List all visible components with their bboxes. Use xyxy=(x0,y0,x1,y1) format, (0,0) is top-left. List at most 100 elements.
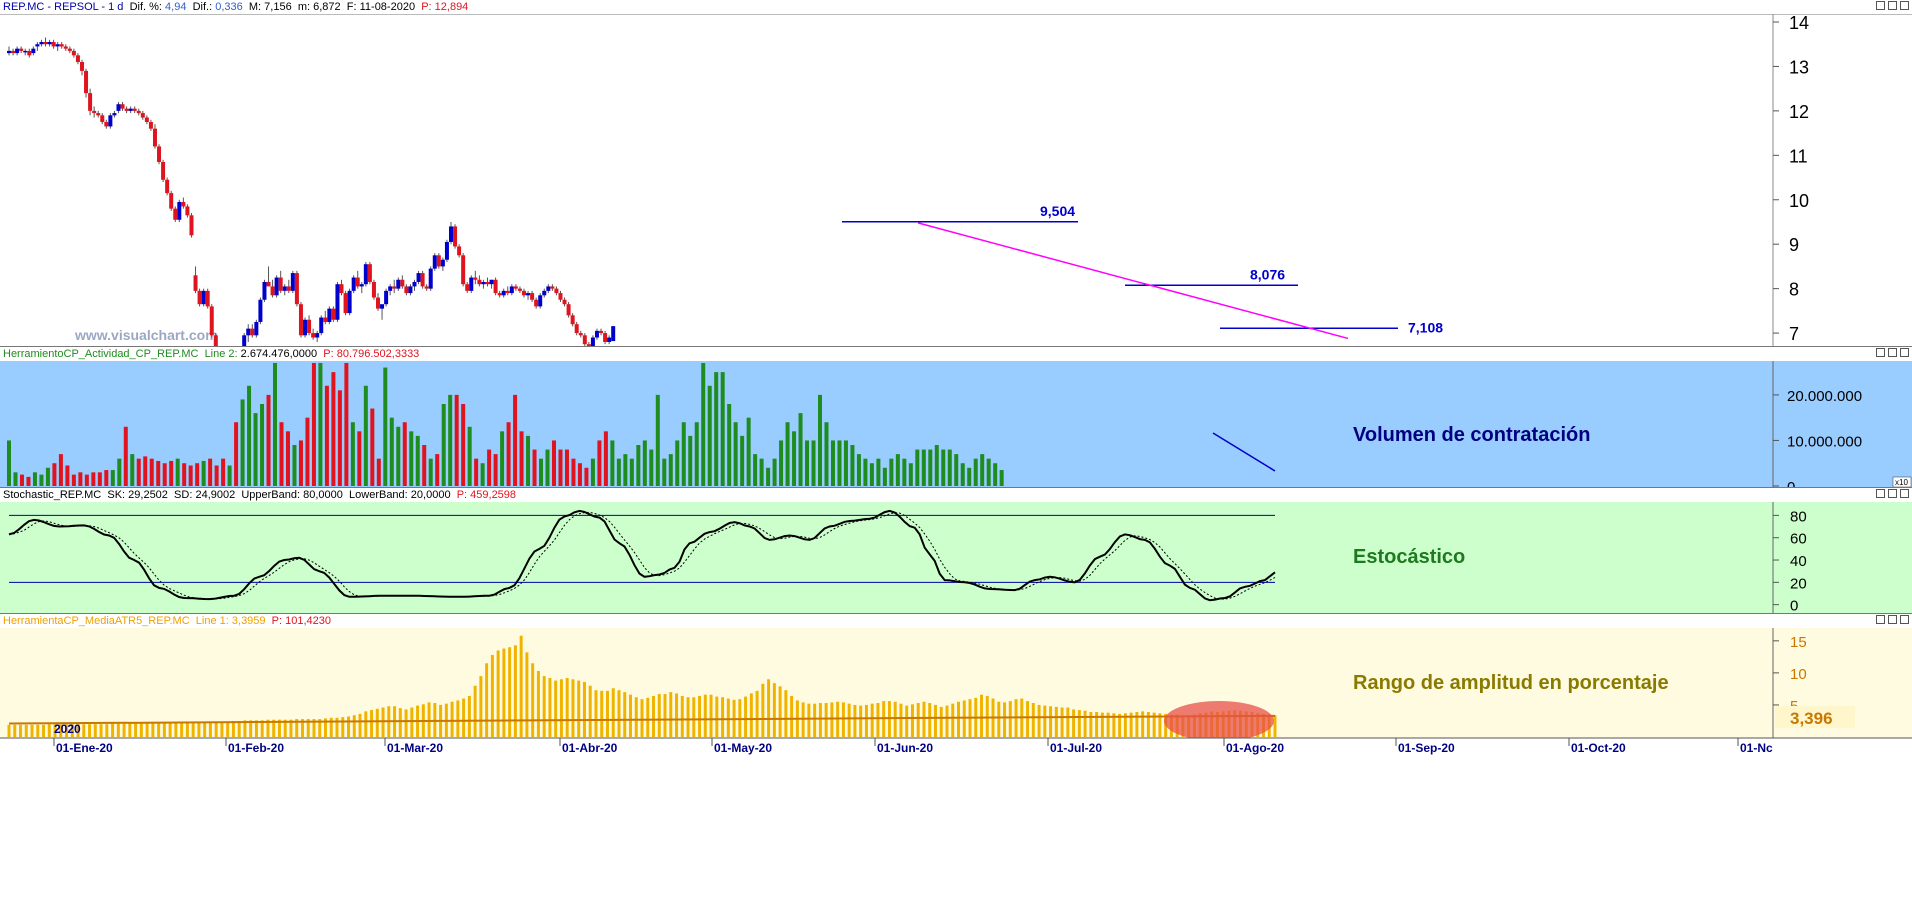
atr-bar xyxy=(237,720,241,737)
volume-bar xyxy=(999,470,1004,486)
candle-body xyxy=(55,44,60,47)
candle-body xyxy=(136,110,141,114)
candle-body xyxy=(319,317,324,334)
volume-bar xyxy=(785,422,790,486)
atr-bar xyxy=(744,696,748,737)
atr-bar xyxy=(807,703,811,737)
atr-title: Rango de amplitud en porcentaje xyxy=(1353,672,1669,694)
atr-bar xyxy=(180,722,184,737)
stoch-title: Estocástico xyxy=(1353,546,1465,568)
stoch-tick-label: 40 xyxy=(1790,553,1807,570)
atr-bar xyxy=(703,694,707,737)
candle-body xyxy=(124,108,129,111)
candle-body xyxy=(436,255,441,267)
atr-bar xyxy=(473,685,477,737)
volume-bar xyxy=(590,458,595,486)
atr-bar xyxy=(686,697,690,737)
volume-bar xyxy=(435,454,440,486)
candle-body xyxy=(262,281,267,300)
atr-bar xyxy=(605,690,609,737)
volume-bar xyxy=(389,417,394,486)
volume-bar xyxy=(876,458,881,486)
atr-bar xyxy=(1273,715,1277,737)
atr-bar xyxy=(410,707,414,737)
atr-bar xyxy=(203,721,207,737)
atr-bar xyxy=(134,722,138,737)
candle-body xyxy=(315,333,320,338)
atr-bar xyxy=(162,722,166,737)
price-tick-label: 12 xyxy=(1789,102,1809,122)
candle-body xyxy=(497,293,502,296)
candle-body xyxy=(242,335,247,346)
volume-bar xyxy=(688,435,693,486)
volume-bar xyxy=(240,399,245,486)
candle-body xyxy=(59,44,64,47)
candle-body xyxy=(169,193,174,209)
price-tick-label: 14 xyxy=(1789,13,1809,33)
candle-body xyxy=(88,93,93,111)
candle-body xyxy=(197,290,202,305)
volume-bar xyxy=(714,372,719,486)
volume-bar xyxy=(156,460,161,486)
volume-bar xyxy=(370,408,375,486)
atr-bar xyxy=(1031,703,1035,737)
atr-bar xyxy=(1083,710,1087,737)
atr-bar xyxy=(1141,711,1145,737)
volume-bar xyxy=(636,445,641,486)
volume-bar xyxy=(279,422,284,486)
candle-body xyxy=(116,104,121,111)
atr-bar xyxy=(485,663,489,737)
candle-body xyxy=(112,113,117,116)
atr-bar xyxy=(899,703,903,737)
volume-bar xyxy=(221,458,226,486)
atr-bar xyxy=(467,695,471,737)
volume-bar xyxy=(337,390,342,486)
atr-bar xyxy=(151,722,155,737)
atr-bar xyxy=(646,697,650,737)
candle-body xyxy=(39,41,44,45)
atr-bar xyxy=(945,705,949,737)
volume-bar xyxy=(526,435,531,486)
atr-bar xyxy=(168,722,172,737)
volume-bar xyxy=(467,426,472,486)
candle-body xyxy=(35,44,40,47)
atr-bar xyxy=(450,701,454,737)
volume-bar xyxy=(266,394,271,486)
candle-body xyxy=(96,113,101,116)
candle-body xyxy=(465,284,470,291)
volume-bar xyxy=(837,440,842,486)
candle-body xyxy=(209,306,214,336)
stoch-sk-line xyxy=(8,509,1276,602)
atr-bar xyxy=(692,697,696,737)
volume-bar xyxy=(454,394,459,486)
candle-body xyxy=(258,299,263,322)
candle-body xyxy=(420,273,425,287)
volume-bar xyxy=(571,458,576,486)
candle-body xyxy=(505,290,510,294)
candle-body xyxy=(177,201,182,220)
atr-bar xyxy=(525,652,529,737)
atr-bar xyxy=(139,722,143,737)
volume-bar xyxy=(149,458,154,486)
stoch-tick-label: 80 xyxy=(1790,508,1807,525)
volume-bar xyxy=(967,467,972,486)
volume-bar xyxy=(260,404,265,486)
volume-bar xyxy=(779,440,784,486)
volume-bar xyxy=(480,463,485,486)
volume-bar xyxy=(441,404,446,486)
candle-body xyxy=(526,293,531,296)
candle-body xyxy=(481,281,486,285)
atr-bar xyxy=(922,701,926,737)
volume-bar xyxy=(7,440,11,486)
atr-bar xyxy=(582,681,586,737)
atr-bar xyxy=(341,717,345,737)
candle-body xyxy=(246,328,251,336)
atr-bar xyxy=(588,685,592,737)
volume-bar xyxy=(720,372,725,486)
candle-body xyxy=(193,275,198,291)
candle-body xyxy=(266,281,271,287)
volume-bar xyxy=(701,363,706,486)
volume-bar xyxy=(655,394,660,486)
candle-body xyxy=(347,290,352,314)
candle-body xyxy=(11,50,16,54)
